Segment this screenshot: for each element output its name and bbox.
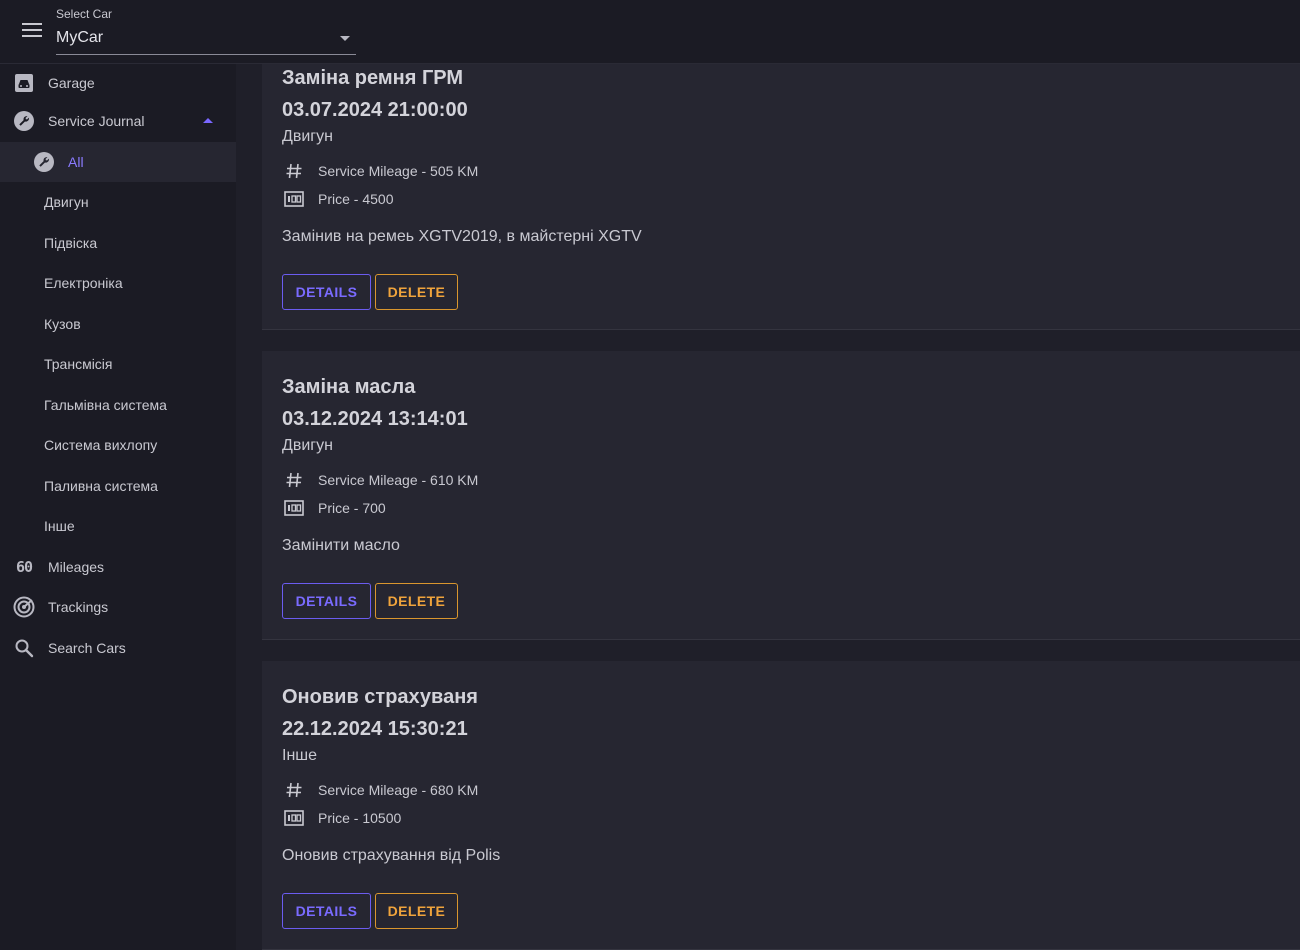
sidebar: Garage Service Journal All Двигун Підвіс…: [0, 64, 236, 950]
record-date: 03.07.2024 21:00:00: [282, 99, 468, 121]
service-record-card: Заміна ремня ГРМ 03.07.2024 21:00:00 Дви…: [262, 40, 1300, 330]
record-price: Price - 700: [318, 500, 386, 516]
sidebar-subitem-electronics[interactable]: Електроніка: [0, 263, 236, 304]
record-date: 03.12.2024 13:14:01: [282, 408, 468, 430]
garage-icon: [12, 71, 36, 95]
record-description: Замінив на ремеь XGTV2019, в майстерні X…: [282, 228, 642, 245]
record-category: Двигун: [282, 128, 333, 145]
sidebar-subitem-brakes[interactable]: Гальмівна система: [0, 385, 236, 426]
details-button[interactable]: DETAILS: [282, 893, 371, 929]
sidebar-subitem-body[interactable]: Кузов: [0, 304, 236, 345]
sidebar-subitem-transmission[interactable]: Трансмісія: [0, 344, 236, 385]
hash-icon: [282, 468, 306, 492]
record-price-row: Price - 10500: [282, 805, 401, 831]
sidebar-subitem-label: Паливна система: [44, 477, 158, 494]
dropdown-arrow-icon: [340, 36, 350, 41]
record-category: Інше: [282, 747, 318, 764]
sidebar-item-label: Mileages: [48, 558, 105, 575]
price-icon: [282, 806, 306, 830]
mileage-icon: 60: [15, 557, 33, 576]
sidebar-subitem-label: Система вихлопу: [44, 437, 158, 454]
sidebar-item-trackings[interactable]: Trackings: [0, 587, 236, 628]
sidebar-subitem-label: Двигун: [44, 194, 89, 211]
sidebar-item-service-journal[interactable]: Service Journal: [0, 101, 236, 142]
record-category: Двигун: [282, 437, 333, 454]
record-price-row: Price - 700: [282, 495, 386, 521]
car-select-value: MyCar: [56, 29, 104, 46]
record-title: Заміна масла: [282, 376, 416, 398]
details-button[interactable]: DETAILS: [282, 274, 371, 310]
sidebar-item-search-cars[interactable]: Search Cars: [0, 628, 236, 669]
sidebar-item-garage[interactable]: Garage: [0, 64, 236, 101]
top-app-bar: Select Car MyCar: [0, 0, 1300, 64]
record-mileage-row: Service Mileage - 505 KM: [282, 158, 478, 184]
sidebar-item-label: Trackings: [48, 599, 109, 616]
record-title: Оновив страхуваня: [282, 686, 478, 708]
sidebar-subitem-label: Гальмівна система: [44, 396, 167, 413]
record-mileage-row: Service Mileage - 680 KM: [282, 777, 478, 803]
tracking-icon: [12, 595, 36, 619]
wrench-icon: [12, 109, 36, 133]
car-select[interactable]: Select Car MyCar: [56, 4, 356, 55]
sidebar-item-label: Search Cars: [48, 639, 126, 656]
sidebar-subitem-label: Кузов: [44, 315, 81, 332]
delete-button[interactable]: DELETE: [375, 583, 458, 619]
menu-toggle-button[interactable]: [14, 18, 50, 46]
sidebar-subitem-other[interactable]: Інше: [0, 506, 236, 547]
service-record-card: Оновив страхуваня 22.12.2024 15:30:21 Ін…: [262, 661, 1300, 950]
service-journal-list: Заміна ремня ГРМ 03.07.2024 21:00:00 Дви…: [236, 0, 1300, 950]
record-mileage: Service Mileage - 610 KM: [318, 472, 479, 488]
record-description: Замінити масло: [282, 537, 400, 554]
wrench-icon: [34, 151, 54, 172]
record-mileage: Service Mileage - 680 KM: [318, 782, 479, 798]
sidebar-subitem-engine[interactable]: Двигун: [0, 182, 236, 223]
record-description: Оновив страхування від Polis: [282, 847, 501, 864]
delete-button[interactable]: DELETE: [375, 274, 458, 310]
record-date: 22.12.2024 15:30:21: [282, 718, 468, 740]
search-icon: [12, 636, 36, 660]
record-title: Заміна ремня ГРМ: [282, 67, 464, 89]
record-price-row: Price - 4500: [282, 186, 393, 212]
delete-button[interactable]: DELETE: [375, 893, 458, 929]
sidebar-subitem-suspension[interactable]: Підвіска: [0, 223, 236, 264]
record-price: Price - 10500: [318, 810, 402, 826]
record-price: Price - 4500: [318, 191, 394, 207]
record-mileage-row: Service Mileage - 610 KM: [282, 467, 478, 493]
hamburger-menu-icon: [22, 23, 42, 37]
record-mileage: Service Mileage - 505 KM: [318, 163, 479, 179]
price-icon: [282, 496, 306, 520]
sidebar-subitem-fuel[interactable]: Паливна система: [0, 466, 236, 507]
sidebar-subitem-label: All: [68, 153, 84, 170]
sidebar-subitem-label: Підвіска: [44, 234, 98, 251]
details-button[interactable]: DETAILS: [282, 583, 371, 619]
sidebar-item-label: Service Journal: [48, 113, 145, 130]
sidebar-item-label: Garage: [48, 74, 95, 91]
sidebar-subitem-label: Електроніка: [44, 275, 123, 292]
price-icon: [282, 187, 306, 211]
car-select-label: Select Car: [56, 7, 113, 21]
chevron-up-icon: [203, 118, 213, 123]
sidebar-subitem-label: Трансмісія: [44, 356, 113, 373]
sidebar-item-mileages[interactable]: 60 Mileages: [0, 547, 236, 588]
hash-icon: [282, 778, 306, 802]
sidebar-subitem-all[interactable]: All: [0, 141, 236, 182]
sidebar-subitem-exhaust[interactable]: Система вихлопу: [0, 425, 236, 466]
hash-icon: [282, 159, 306, 183]
sidebar-subitem-label: Інше: [44, 518, 75, 535]
service-record-card: Заміна масла 03.12.2024 13:14:01 Двигун …: [262, 351, 1300, 640]
